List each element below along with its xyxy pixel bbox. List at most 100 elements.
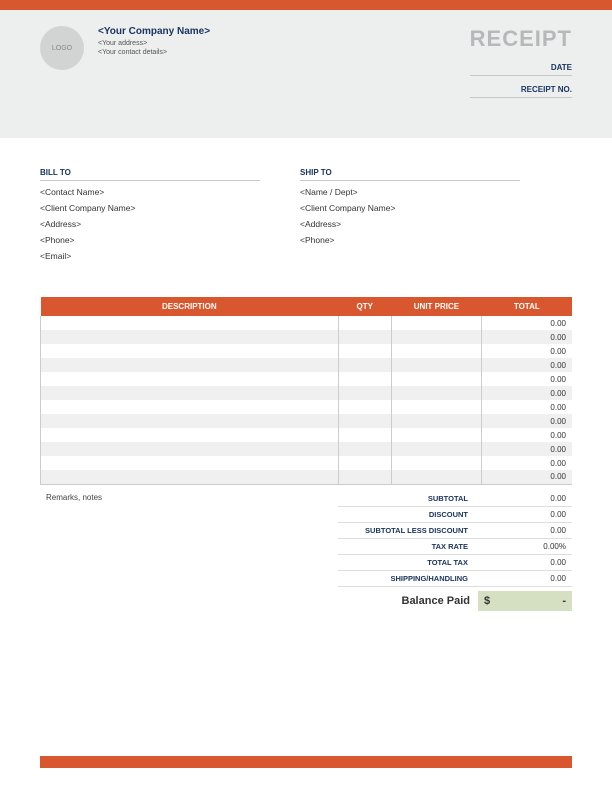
row-unit-price: [391, 330, 481, 344]
subtotal-value: 0.00: [478, 491, 572, 506]
row-unit-price: [391, 442, 481, 456]
row-unit-price: [391, 386, 481, 400]
row-unit-price: [391, 400, 481, 414]
ship-to-block: SHIP TO <Name / Dept> <Client Company Na…: [300, 168, 520, 267]
row-unit-price: [391, 414, 481, 428]
balance-row: Balance Paid $ -: [338, 591, 572, 611]
company-name: <Your Company Name>: [98, 26, 470, 37]
row-unit-price: [391, 470, 481, 484]
ship-to-name: <Name / Dept>: [300, 187, 520, 197]
bill-to-title: BILL TO: [40, 168, 260, 181]
total-tax-value: 0.00: [478, 555, 572, 570]
row-total: 0.00: [482, 330, 572, 344]
table-row: 0.00: [41, 442, 573, 456]
row-description: [41, 330, 339, 344]
row-total: 0.00: [482, 414, 572, 428]
table-row: 0.00: [41, 470, 573, 484]
row-description: [41, 456, 339, 470]
summary-block: SUBTOTAL0.00 DISCOUNT0.00 SUBTOTAL LESS …: [338, 491, 572, 611]
row-total: 0.00: [482, 358, 572, 372]
row-qty: [338, 344, 391, 358]
row-total: 0.00: [482, 456, 572, 470]
row-description: [41, 316, 339, 330]
row-qty: [338, 316, 391, 330]
row-total: 0.00: [482, 442, 572, 456]
row-description: [41, 428, 339, 442]
date-label: DATE: [470, 60, 572, 76]
row-total: 0.00: [482, 428, 572, 442]
company-address: <Your address>: [98, 40, 470, 47]
row-qty: [338, 442, 391, 456]
row-description: [41, 386, 339, 400]
receipt-title: RECEIPT: [470, 26, 572, 52]
col-total: TOTAL: [482, 297, 572, 316]
row-total: 0.00: [482, 372, 572, 386]
subtotal-less-value: 0.00: [478, 523, 572, 538]
table-row: 0.00: [41, 358, 573, 372]
row-qty: [338, 470, 391, 484]
row-total: 0.00: [482, 316, 572, 330]
table-row: 0.00: [41, 386, 573, 400]
ship-to-company: <Client Company Name>: [300, 203, 520, 213]
bill-to-email: <Email>: [40, 251, 260, 261]
shipping-value: 0.00: [478, 571, 572, 586]
table-row: 0.00: [41, 344, 573, 358]
row-qty: [338, 330, 391, 344]
main-content: BILL TO <Contact Name> <Client Company N…: [0, 138, 612, 611]
subtotal-less-label: SUBTOTAL LESS DISCOUNT: [338, 523, 478, 538]
total-tax-label: TOTAL TAX: [338, 555, 478, 570]
table-row: 0.00: [41, 414, 573, 428]
ship-to-address: <Address>: [300, 219, 520, 229]
bill-to-company: <Client Company Name>: [40, 203, 260, 213]
logo-placeholder: LOGO: [40, 26, 84, 70]
col-unit-price: UNIT PRICE: [391, 297, 481, 316]
row-qty: [338, 358, 391, 372]
balance-value: -: [562, 595, 566, 607]
ship-to-phone: <Phone>: [300, 235, 520, 245]
below-table-section: Remarks, notes SUBTOTAL0.00 DISCOUNT0.00…: [40, 491, 572, 611]
col-description: DESCRIPTION: [41, 297, 339, 316]
row-unit-price: [391, 456, 481, 470]
remarks-label: Remarks, notes: [40, 491, 338, 611]
company-contact: <Your contact details>: [98, 49, 470, 56]
header-area: LOGO <Your Company Name> <Your address> …: [0, 10, 612, 138]
row-unit-price: [391, 372, 481, 386]
discount-label: DISCOUNT: [338, 507, 478, 522]
row-description: [41, 442, 339, 456]
row-qty: [338, 400, 391, 414]
row-unit-price: [391, 344, 481, 358]
bill-to-contact: <Contact Name>: [40, 187, 260, 197]
row-description: [41, 470, 339, 484]
table-row: 0.00: [41, 428, 573, 442]
table-row: 0.00: [41, 372, 573, 386]
row-total: 0.00: [482, 470, 572, 484]
row-description: [41, 344, 339, 358]
bill-to-block: BILL TO <Contact Name> <Client Company N…: [40, 168, 260, 267]
bill-ship-section: BILL TO <Contact Name> <Client Company N…: [40, 168, 572, 267]
row-unit-price: [391, 316, 481, 330]
balance-paid-box: $ -: [478, 591, 572, 611]
row-total: 0.00: [482, 344, 572, 358]
table-row: 0.00: [41, 330, 573, 344]
ship-to-title: SHIP TO: [300, 168, 520, 181]
table-row: 0.00: [41, 316, 573, 330]
subtotal-label: SUBTOTAL: [338, 491, 478, 506]
row-qty: [338, 372, 391, 386]
row-qty: [338, 428, 391, 442]
bottom-accent-bar: [40, 756, 572, 768]
top-accent-bar: [0, 0, 612, 10]
table-row: 0.00: [41, 456, 573, 470]
row-qty: [338, 456, 391, 470]
row-description: [41, 358, 339, 372]
row-unit-price: [391, 428, 481, 442]
discount-value: 0.00: [478, 507, 572, 522]
receipt-no-label: RECEIPT NO.: [470, 82, 572, 98]
tax-rate-label: TAX RATE: [338, 539, 478, 554]
balance-paid-label: Balance Paid: [338, 592, 478, 610]
row-qty: [338, 386, 391, 400]
row-description: [41, 372, 339, 386]
header-right: RECEIPT DATE RECEIPT NO.: [470, 26, 572, 98]
row-unit-price: [391, 358, 481, 372]
tax-rate-value: 0.00%: [478, 539, 572, 554]
bill-to-phone: <Phone>: [40, 235, 260, 245]
